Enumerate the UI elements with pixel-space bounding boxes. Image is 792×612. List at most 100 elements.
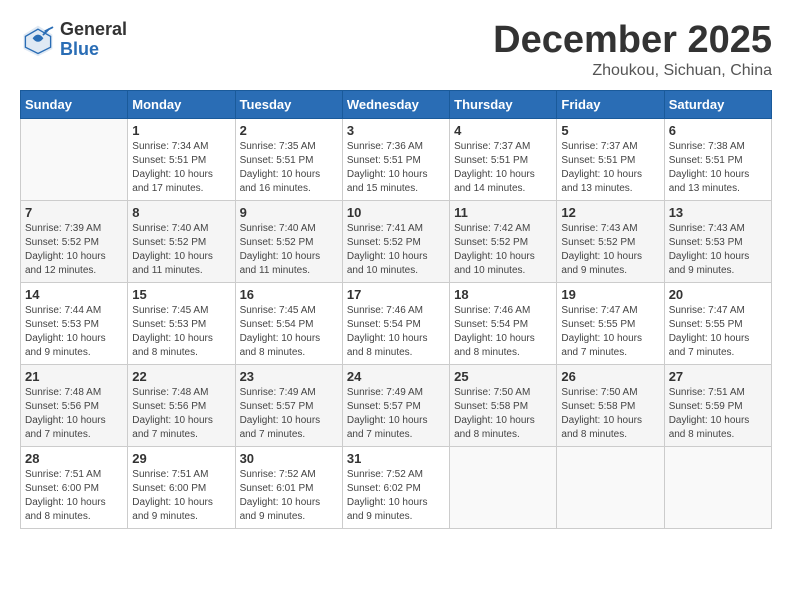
- day-number: 10: [347, 205, 445, 220]
- logo-blue-text: Blue: [60, 40, 127, 60]
- calendar-cell: 5Sunrise: 7:37 AM Sunset: 5:51 PM Daylig…: [557, 118, 664, 200]
- calendar-header-row: SundayMondayTuesdayWednesdayThursdayFrid…: [21, 90, 772, 118]
- day-number: 16: [240, 287, 338, 302]
- day-number: 23: [240, 369, 338, 384]
- day-info: Sunrise: 7:38 AM Sunset: 5:51 PM Dayligh…: [669, 140, 767, 196]
- calendar-cell: 1 Sunrise: 7:34 AM Sunset: 5:51 PM Daylig…: [128, 118, 235, 200]
- calendar-cell: 31 Sunrise: 7:52 AM Sunset: 6:02 PM Dayli…: [342, 446, 449, 528]
- page-header: General Blue December 2025 Zhoukou, Sich…: [20, 20, 772, 80]
- weekday-header-friday: Friday: [557, 90, 664, 118]
- day-info: Sunrise: 7:42 AM Sunset: 5:52 PM Dayligh…: [454, 222, 552, 278]
- calendar-cell: 16 Sunrise: 7:45 AM Sunset: 5:54 PM Dayli…: [235, 282, 342, 364]
- day-number: 30: [240, 451, 338, 466]
- day-info: Sunrise: 7:52 AM Sunset: 6:02 PM Dayligh…: [347, 468, 445, 524]
- calendar-cell: 21 Sunrise: 7:48 AM Sunset: 5:56 PM Dayli…: [21, 364, 128, 446]
- calendar-cell: 26 Sunrise: 7:50 AM Sunset: 5:58 PM Dayli…: [557, 364, 664, 446]
- day-number: 9: [240, 205, 338, 220]
- day-info: Sunrise: 7:51 AM Sunset: 5:59 PM Dayligh…: [669, 386, 767, 442]
- day-number: 11: [454, 205, 552, 220]
- day-info: Sunrise: 7:47 AM Sunset: 5:55 PM Dayligh…: [669, 304, 767, 360]
- day-number: 27: [669, 369, 767, 384]
- day-info: Sunrise: 7:40 AM Sunset: 5:52 PM Dayligh…: [132, 222, 230, 278]
- day-number: 7: [25, 205, 123, 220]
- day-number: 1: [132, 123, 230, 138]
- day-info: Sunrise: 7:43 AM Sunset: 5:53 PM Dayligh…: [669, 222, 767, 278]
- day-info: Sunrise: 7:41 AM Sunset: 5:52 PM Dayligh…: [347, 222, 445, 278]
- calendar-cell: 13 Sunrise: 7:43 AM Sunset: 5:53 PM Dayli…: [664, 200, 771, 282]
- day-info: Sunrise: 7:50 AM Sunset: 5:58 PM Dayligh…: [561, 386, 659, 442]
- logo-general-text: General: [60, 20, 127, 40]
- day-number: 4: [454, 123, 552, 138]
- calendar-cell: 15 Sunrise: 7:45 AM Sunset: 5:53 PM Dayli…: [128, 282, 235, 364]
- day-number: 25: [454, 369, 552, 384]
- logo-text: General Blue: [60, 20, 127, 60]
- day-info: Sunrise: 7:39 AM Sunset: 5:52 PM Dayligh…: [25, 222, 123, 278]
- day-info: Sunrise: 7:51 AM Sunset: 6:00 PM Dayligh…: [25, 468, 123, 524]
- day-number: 21: [25, 369, 123, 384]
- day-info: Sunrise: 7:50 AM Sunset: 5:58 PM Dayligh…: [454, 386, 552, 442]
- calendar-cell: 27 Sunrise: 7:51 AM Sunset: 5:59 PM Dayli…: [664, 364, 771, 446]
- day-number: 19: [561, 287, 659, 302]
- calendar-cell: 9 Sunrise: 7:40 AM Sunset: 5:52 PM Daylig…: [235, 200, 342, 282]
- day-info: Sunrise: 7:34 AM Sunset: 5:51 PM Dayligh…: [132, 140, 230, 196]
- calendar-cell: 24 Sunrise: 7:49 AM Sunset: 5:57 PM Dayli…: [342, 364, 449, 446]
- day-info: Sunrise: 7:37 AM Sunset: 5:51 PM Dayligh…: [561, 140, 659, 196]
- logo: General Blue: [20, 20, 127, 60]
- logo-icon: [20, 22, 56, 58]
- calendar-cell: 25 Sunrise: 7:50 AM Sunset: 5:58 PM Dayli…: [450, 364, 557, 446]
- location: Zhoukou, Sichuan, China: [493, 62, 772, 80]
- day-number: 6: [669, 123, 767, 138]
- weekday-header-monday: Monday: [128, 90, 235, 118]
- day-info: Sunrise: 7:49 AM Sunset: 5:57 PM Dayligh…: [240, 386, 338, 442]
- day-number: 28: [25, 451, 123, 466]
- calendar-cell: 11 Sunrise: 7:42 AM Sunset: 5:52 PM Dayli…: [450, 200, 557, 282]
- day-info: Sunrise: 7:51 AM Sunset: 6:00 PM Dayligh…: [132, 468, 230, 524]
- day-info: Sunrise: 7:44 AM Sunset: 5:53 PM Dayligh…: [25, 304, 123, 360]
- calendar-table: SundayMondayTuesdayWednesdayThursdayFrid…: [20, 90, 772, 529]
- calendar-cell: [664, 446, 771, 528]
- month-title: December 2025: [493, 20, 772, 62]
- day-number: 8: [132, 205, 230, 220]
- day-number: 12: [561, 205, 659, 220]
- calendar-cell: 29 Sunrise: 7:51 AM Sunset: 6:00 PM Dayli…: [128, 446, 235, 528]
- calendar-cell: 3Sunrise: 7:36 AM Sunset: 5:51 PM Daylig…: [342, 118, 449, 200]
- day-number: 31: [347, 451, 445, 466]
- calendar-week-row: 14 Sunrise: 7:44 AM Sunset: 5:53 PM Dayli…: [21, 282, 772, 364]
- day-number: 22: [132, 369, 230, 384]
- day-number: 26: [561, 369, 659, 384]
- day-info: Sunrise: 7:45 AM Sunset: 5:53 PM Dayligh…: [132, 304, 230, 360]
- calendar-cell: [450, 446, 557, 528]
- weekday-header-wednesday: Wednesday: [342, 90, 449, 118]
- calendar-week-row: 21 Sunrise: 7:48 AM Sunset: 5:56 PM Dayli…: [21, 364, 772, 446]
- day-number: 17: [347, 287, 445, 302]
- calendar-cell: 8 Sunrise: 7:40 AM Sunset: 5:52 PM Daylig…: [128, 200, 235, 282]
- weekday-header-saturday: Saturday: [664, 90, 771, 118]
- calendar-cell: 10 Sunrise: 7:41 AM Sunset: 5:52 PM Dayli…: [342, 200, 449, 282]
- calendar-cell: 18Sunrise: 7:46 AM Sunset: 5:54 PM Dayli…: [450, 282, 557, 364]
- calendar-week-row: 7 Sunrise: 7:39 AM Sunset: 5:52 PM Daylig…: [21, 200, 772, 282]
- calendar-cell: 30Sunrise: 7:52 AM Sunset: 6:01 PM Dayli…: [235, 446, 342, 528]
- calendar-cell: 28 Sunrise: 7:51 AM Sunset: 6:00 PM Dayli…: [21, 446, 128, 528]
- day-info: Sunrise: 7:40 AM Sunset: 5:52 PM Dayligh…: [240, 222, 338, 278]
- calendar-cell: [557, 446, 664, 528]
- day-info: Sunrise: 7:48 AM Sunset: 5:56 PM Dayligh…: [25, 386, 123, 442]
- weekday-header-thursday: Thursday: [450, 90, 557, 118]
- calendar-cell: 14 Sunrise: 7:44 AM Sunset: 5:53 PM Dayli…: [21, 282, 128, 364]
- day-info: Sunrise: 7:43 AM Sunset: 5:52 PM Dayligh…: [561, 222, 659, 278]
- day-info: Sunrise: 7:36 AM Sunset: 5:51 PM Dayligh…: [347, 140, 445, 196]
- day-number: 24: [347, 369, 445, 384]
- day-info: Sunrise: 7:47 AM Sunset: 5:55 PM Dayligh…: [561, 304, 659, 360]
- day-number: 15: [132, 287, 230, 302]
- weekday-header-tuesday: Tuesday: [235, 90, 342, 118]
- day-info: Sunrise: 7:48 AM Sunset: 5:56 PM Dayligh…: [132, 386, 230, 442]
- day-number: 14: [25, 287, 123, 302]
- day-info: Sunrise: 7:35 AM Sunset: 5:51 PM Dayligh…: [240, 140, 338, 196]
- day-info: Sunrise: 7:49 AM Sunset: 5:57 PM Dayligh…: [347, 386, 445, 442]
- calendar-cell: 23 Sunrise: 7:49 AM Sunset: 5:57 PM Dayli…: [235, 364, 342, 446]
- day-number: 13: [669, 205, 767, 220]
- calendar-cell: 4Sunrise: 7:37 AM Sunset: 5:51 PM Daylig…: [450, 118, 557, 200]
- day-number: 29: [132, 451, 230, 466]
- day-info: Sunrise: 7:45 AM Sunset: 5:54 PM Dayligh…: [240, 304, 338, 360]
- title-block: December 2025 Zhoukou, Sichuan, China: [493, 20, 772, 80]
- calendar-cell: 2Sunrise: 7:35 AM Sunset: 5:51 PM Daylig…: [235, 118, 342, 200]
